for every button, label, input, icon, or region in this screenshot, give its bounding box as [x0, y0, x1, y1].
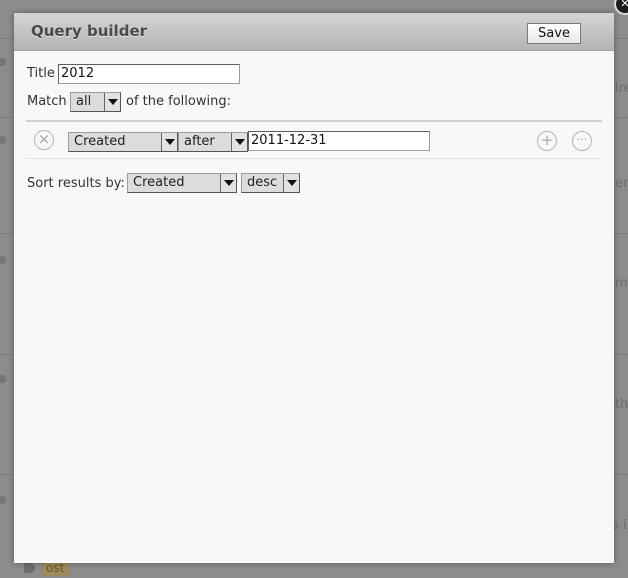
sort-field-value: Created: [133, 175, 185, 190]
background-fragment-mark: [0, 375, 6, 383]
dialog-title: Query builder: [31, 22, 148, 40]
background-text-fragment: s i: [612, 518, 627, 533]
tag-icon: [24, 563, 36, 573]
condition-divider-top: [26, 120, 602, 122]
match-select[interactable]: all: [70, 92, 121, 112]
sort-field-select[interactable]: Created: [127, 173, 237, 193]
match-suffix-label: of the following:: [126, 94, 231, 109]
background-text-fragment: th: [615, 397, 628, 412]
sort-order-select[interactable]: desc: [241, 173, 300, 193]
close-circle-icon: ×: [37, 130, 51, 148]
condition-value-input[interactable]: 2011-12-31: [248, 131, 430, 151]
chevron-down-icon: [231, 133, 247, 151]
dialog-header: Query builder Save: [14, 13, 614, 51]
add-condition-button[interactable]: +: [537, 131, 557, 151]
more-options-button[interactable]: ···: [572, 131, 592, 151]
background-fragment-mark: [0, 58, 6, 66]
sort-order-value: desc: [247, 175, 278, 190]
chevron-down-icon: [161, 133, 177, 151]
chevron-down-icon: [104, 93, 120, 111]
match-label: Match: [27, 94, 67, 109]
query-builder-dialog: Query builder Save Title 2012 Match all …: [14, 13, 614, 563]
save-button[interactable]: Save: [527, 23, 581, 44]
title-input[interactable]: 2012: [58, 64, 240, 84]
condition-divider-bottom: [26, 158, 602, 159]
background-text-fragment: er: [615, 176, 628, 191]
plus-circle-icon: +: [540, 131, 554, 149]
background-fragment-mark: [0, 496, 6, 504]
condition-field-select[interactable]: Created: [68, 132, 178, 152]
chevron-down-icon: [220, 174, 236, 192]
match-select-value: all: [76, 94, 92, 109]
title-label: Title: [27, 66, 55, 81]
condition-operator-value: after: [184, 134, 215, 149]
remove-condition-button[interactable]: ×: [34, 130, 54, 150]
condition-operator-select[interactable]: after: [178, 132, 248, 152]
ellipsis-circle-icon: ···: [576, 133, 588, 146]
sort-label: Sort results by:: [27, 176, 125, 191]
condition-field-value: Created: [74, 134, 126, 149]
chevron-down-icon: [283, 174, 299, 192]
background-text-fragment: m: [615, 276, 628, 291]
background-text-fragment: ire: [615, 81, 628, 96]
background-fragment-mark: [0, 136, 6, 144]
background-fragment-mark: [0, 256, 6, 264]
